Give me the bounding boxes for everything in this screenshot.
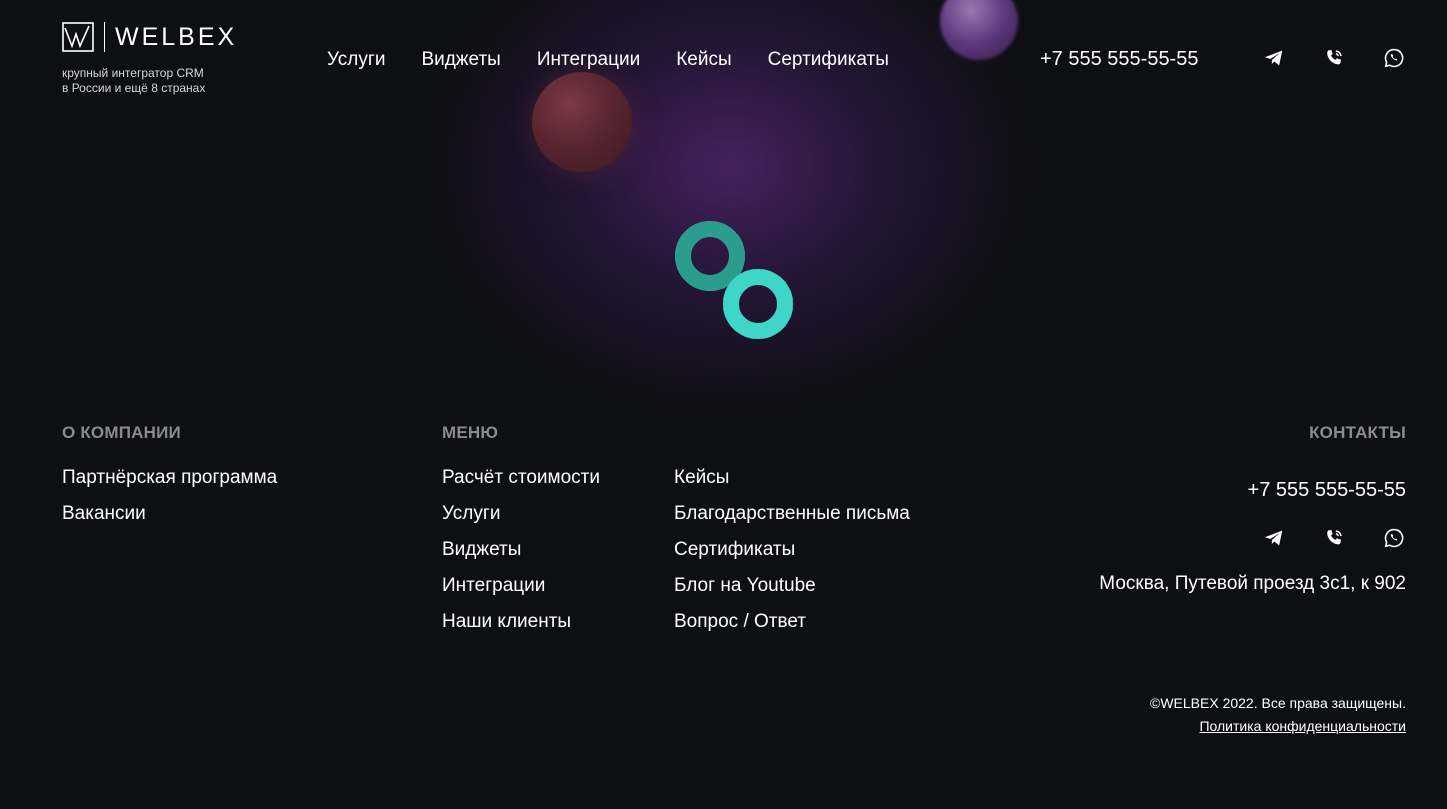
footer-heading-about: О КОМПАНИИ <box>62 423 181 442</box>
tagline-line-1: крупный интегратор CRM <box>62 66 204 80</box>
tagline-line-2: в России и ещё 8 странах <box>62 81 206 95</box>
logo-mark-icon <box>62 22 94 52</box>
footer-address: Москва, Путевой проезд 3с1, к 902 <box>1099 573 1406 594</box>
footer-heading-menu: МЕНЮ <box>442 423 499 442</box>
footer-link-youtube-blog[interactable]: Блог на Youtube <box>674 574 910 598</box>
footer-link-price-calc[interactable]: Расчёт стоимости <box>442 466 600 490</box>
footer-link-faq[interactable]: Вопрос / Ответ <box>674 610 910 634</box>
main-nav: Услуги Виджеты Интеграции Кейсы Сертифик… <box>327 48 889 72</box>
nav-item-certificates[interactable]: Сертификаты <box>768 48 889 72</box>
whatsapp-icon[interactable] <box>1382 46 1406 70</box>
footer-link-cases[interactable]: Кейсы <box>674 466 910 490</box>
telegram-icon[interactable] <box>1262 526 1286 550</box>
copyright-text: ©WELBEX 2022. Все права защищены. <box>1150 695 1406 711</box>
footer-link-thank-you-letters[interactable]: Благодарственные письма <box>674 502 910 526</box>
nav-item-integrations[interactable]: Интеграции <box>537 48 640 72</box>
nav-item-cases[interactable]: Кейсы <box>676 48 731 72</box>
tagline: крупный интегратор CRM в России и ещё 8 … <box>62 66 262 96</box>
logo-text: WELBEX <box>115 23 238 51</box>
nav-item-services[interactable]: Услуги <box>327 48 385 72</box>
footer-phone-link[interactable]: +7 555 555-55-55 <box>1099 478 1406 502</box>
footer-menu-col-2: Кейсы Благодарственные письма Сертификат… <box>674 466 910 634</box>
footer-about-links: Партнёрская программа Вакансии <box>62 466 277 526</box>
footer-link-integrations[interactable]: Интеграции <box>442 574 600 598</box>
footer-link-vacancies[interactable]: Вакансии <box>62 502 277 526</box>
site-header: WELBEX крупный интегратор CRM в России и… <box>0 0 1447 110</box>
footer-social-icons <box>1099 526 1406 550</box>
gears-icon <box>675 221 793 339</box>
footer-link-services[interactable]: Услуги <box>442 502 600 526</box>
phone-call-icon[interactable] <box>1322 526 1346 550</box>
logo[interactable]: WELBEX <box>62 22 237 52</box>
footer-link-widgets[interactable]: Виджеты <box>442 538 600 562</box>
footer-contacts: +7 555 555-55-55 Москва, Путевой проезд … <box>1099 478 1406 596</box>
footer-link-partner-program[interactable]: Партнёрская программа <box>62 466 277 490</box>
nav-item-widgets[interactable]: Виджеты <box>421 48 500 72</box>
whatsapp-icon[interactable] <box>1382 526 1406 550</box>
header-social-icons <box>1262 46 1406 70</box>
footer-link-clients[interactable]: Наши клиенты <box>442 610 600 634</box>
logo-divider <box>104 22 105 52</box>
footer-link-certificates[interactable]: Сертификаты <box>674 538 910 562</box>
telegram-icon[interactable] <box>1262 46 1286 70</box>
phone-call-icon[interactable] <box>1322 46 1346 70</box>
footer-heading-contacts: КОНТАКТЫ <box>1309 423 1406 442</box>
footer-menu-col-1: Расчёт стоимости Услуги Виджеты Интеграц… <box>442 466 600 634</box>
header-phone-link[interactable]: +7 555 555-55-55 <box>1040 47 1198 71</box>
privacy-policy-link[interactable]: Политика конфиденциальности <box>1199 717 1406 735</box>
